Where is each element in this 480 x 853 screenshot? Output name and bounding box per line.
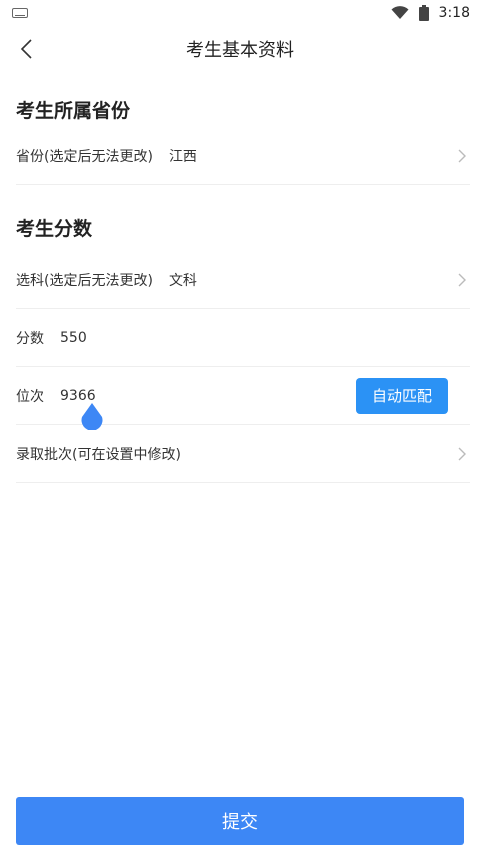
chevron-right-icon — [458, 273, 466, 286]
subject-row[interactable]: 选科(选定后无法更改) 文科 — [16, 251, 470, 309]
battery-icon — [418, 5, 429, 21]
chevron-right-icon — [458, 447, 466, 460]
province-section-title: 考生所属省份 — [16, 100, 131, 122]
batch-row[interactable]: 录取批次(可在设置中修改) — [16, 425, 470, 483]
keyboard-icon — [12, 8, 28, 18]
page-title: 考生基本资料 — [186, 40, 294, 61]
score-row[interactable]: 分数 550 — [16, 309, 470, 367]
chevron-right-icon — [458, 149, 466, 162]
wifi-icon — [391, 6, 409, 19]
score-label: 分数 — [16, 330, 44, 347]
status-right: 3:18 — [391, 5, 470, 21]
back-button[interactable] — [12, 34, 40, 64]
province-value: 江西 — [168, 148, 197, 165]
subject-value: 文科 — [168, 272, 197, 289]
submit-button[interactable]: 提交 — [16, 797, 464, 845]
status-bar: 3:18 — [0, 0, 480, 26]
auto-match-button[interactable]: 自动匹配 — [356, 377, 448, 414]
province-label: 省份(选定后无法更改) — [16, 148, 153, 165]
score-section-title: 考生分数 — [16, 218, 93, 240]
batch-label: 录取批次(可在设置中修改) — [16, 446, 181, 463]
chevron-left-icon — [20, 39, 32, 59]
province-row[interactable]: 省份(选定后无法更改) 江西 — [16, 127, 470, 185]
app-header: 考生基本资料 — [0, 26, 480, 72]
rank-label: 位次 — [16, 388, 44, 405]
clock: 3:18 — [438, 5, 470, 21]
subject-label: 选科(选定后无法更改) — [16, 272, 153, 289]
score-input[interactable]: 550 — [60, 330, 87, 346]
